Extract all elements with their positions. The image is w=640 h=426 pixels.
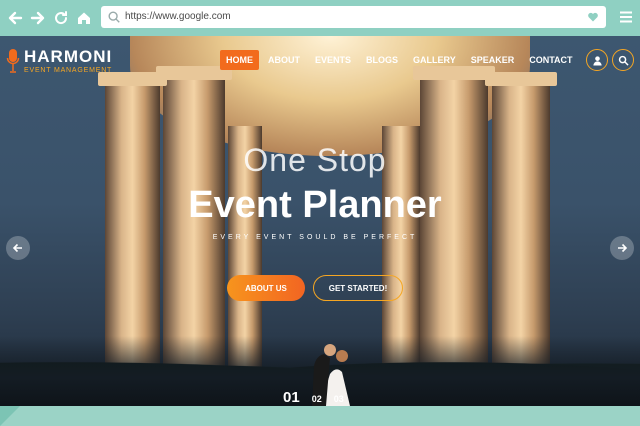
pager-item-1[interactable]: 01 (283, 389, 300, 406)
arrow-left-icon (8, 11, 23, 25)
footer-decoration (0, 406, 20, 426)
nav-item-speaker[interactable]: SPEAKER (465, 50, 521, 70)
microphone-icon (6, 49, 20, 73)
site-logo[interactable]: HARMONI EVENT MANAGEMENT (6, 48, 112, 74)
pager-item-2[interactable]: 02 (312, 394, 322, 404)
chevron-right-icon (618, 243, 628, 253)
search-icon (108, 11, 120, 23)
search-icon (618, 55, 629, 66)
nav-item-blogs[interactable]: BLOGS (360, 50, 404, 70)
slide-pager: 01 02 03 (283, 389, 356, 406)
forward-button[interactable] (29, 9, 47, 27)
next-slide-button[interactable] (610, 236, 634, 260)
hero-section: HARMONI EVENT MANAGEMENT HOME ABOUT EVEN… (0, 36, 640, 406)
heart-icon[interactable] (587, 11, 599, 23)
nav-item-contact[interactable]: CONTACT (523, 50, 578, 70)
address-text: https://www.google.com (125, 11, 231, 22)
get-started-button[interactable]: GET STARTED! (313, 275, 403, 301)
back-button[interactable] (6, 9, 24, 27)
logo-subtitle: EVENT MANAGEMENT (24, 67, 113, 74)
hamburger-icon[interactable] (620, 11, 632, 23)
arrow-right-icon (30, 11, 45, 25)
nav-item-gallery[interactable]: GALLERY (407, 50, 462, 70)
page-footer-band (0, 406, 640, 426)
address-bar[interactable]: https://www.google.com (101, 6, 606, 28)
user-button[interactable] (586, 49, 608, 71)
logo-title: HARMONI (24, 47, 113, 66)
prev-slide-button[interactable] (6, 236, 30, 260)
browser-toolbar: https://www.google.com (0, 0, 640, 36)
user-icon (592, 55, 602, 66)
home-button[interactable] (75, 9, 93, 27)
hero-headline-line2: Event Planner (188, 184, 442, 226)
pillar-capital (485, 72, 557, 86)
nav-item-events[interactable]: EVENTS (309, 50, 357, 70)
chevron-left-icon (12, 243, 22, 253)
reload-button[interactable] (52, 9, 70, 27)
pager-item-3[interactable]: 03 (334, 394, 344, 404)
about-us-button[interactable]: ABOUT US (227, 275, 305, 301)
home-icon (78, 12, 90, 24)
hero-tagline: EVERY EVENT SOULD BE PERFECT (212, 234, 418, 241)
site-search-button[interactable] (612, 49, 634, 71)
hero-headline-line1: One Stop (243, 142, 387, 178)
main-nav: HOME ABOUT EVENTS BLOGS GALLERY SPEAKER … (220, 50, 582, 70)
nav-item-about[interactable]: ABOUT (262, 50, 306, 70)
nav-item-home[interactable]: HOME (220, 50, 259, 70)
reload-icon (55, 11, 68, 25)
